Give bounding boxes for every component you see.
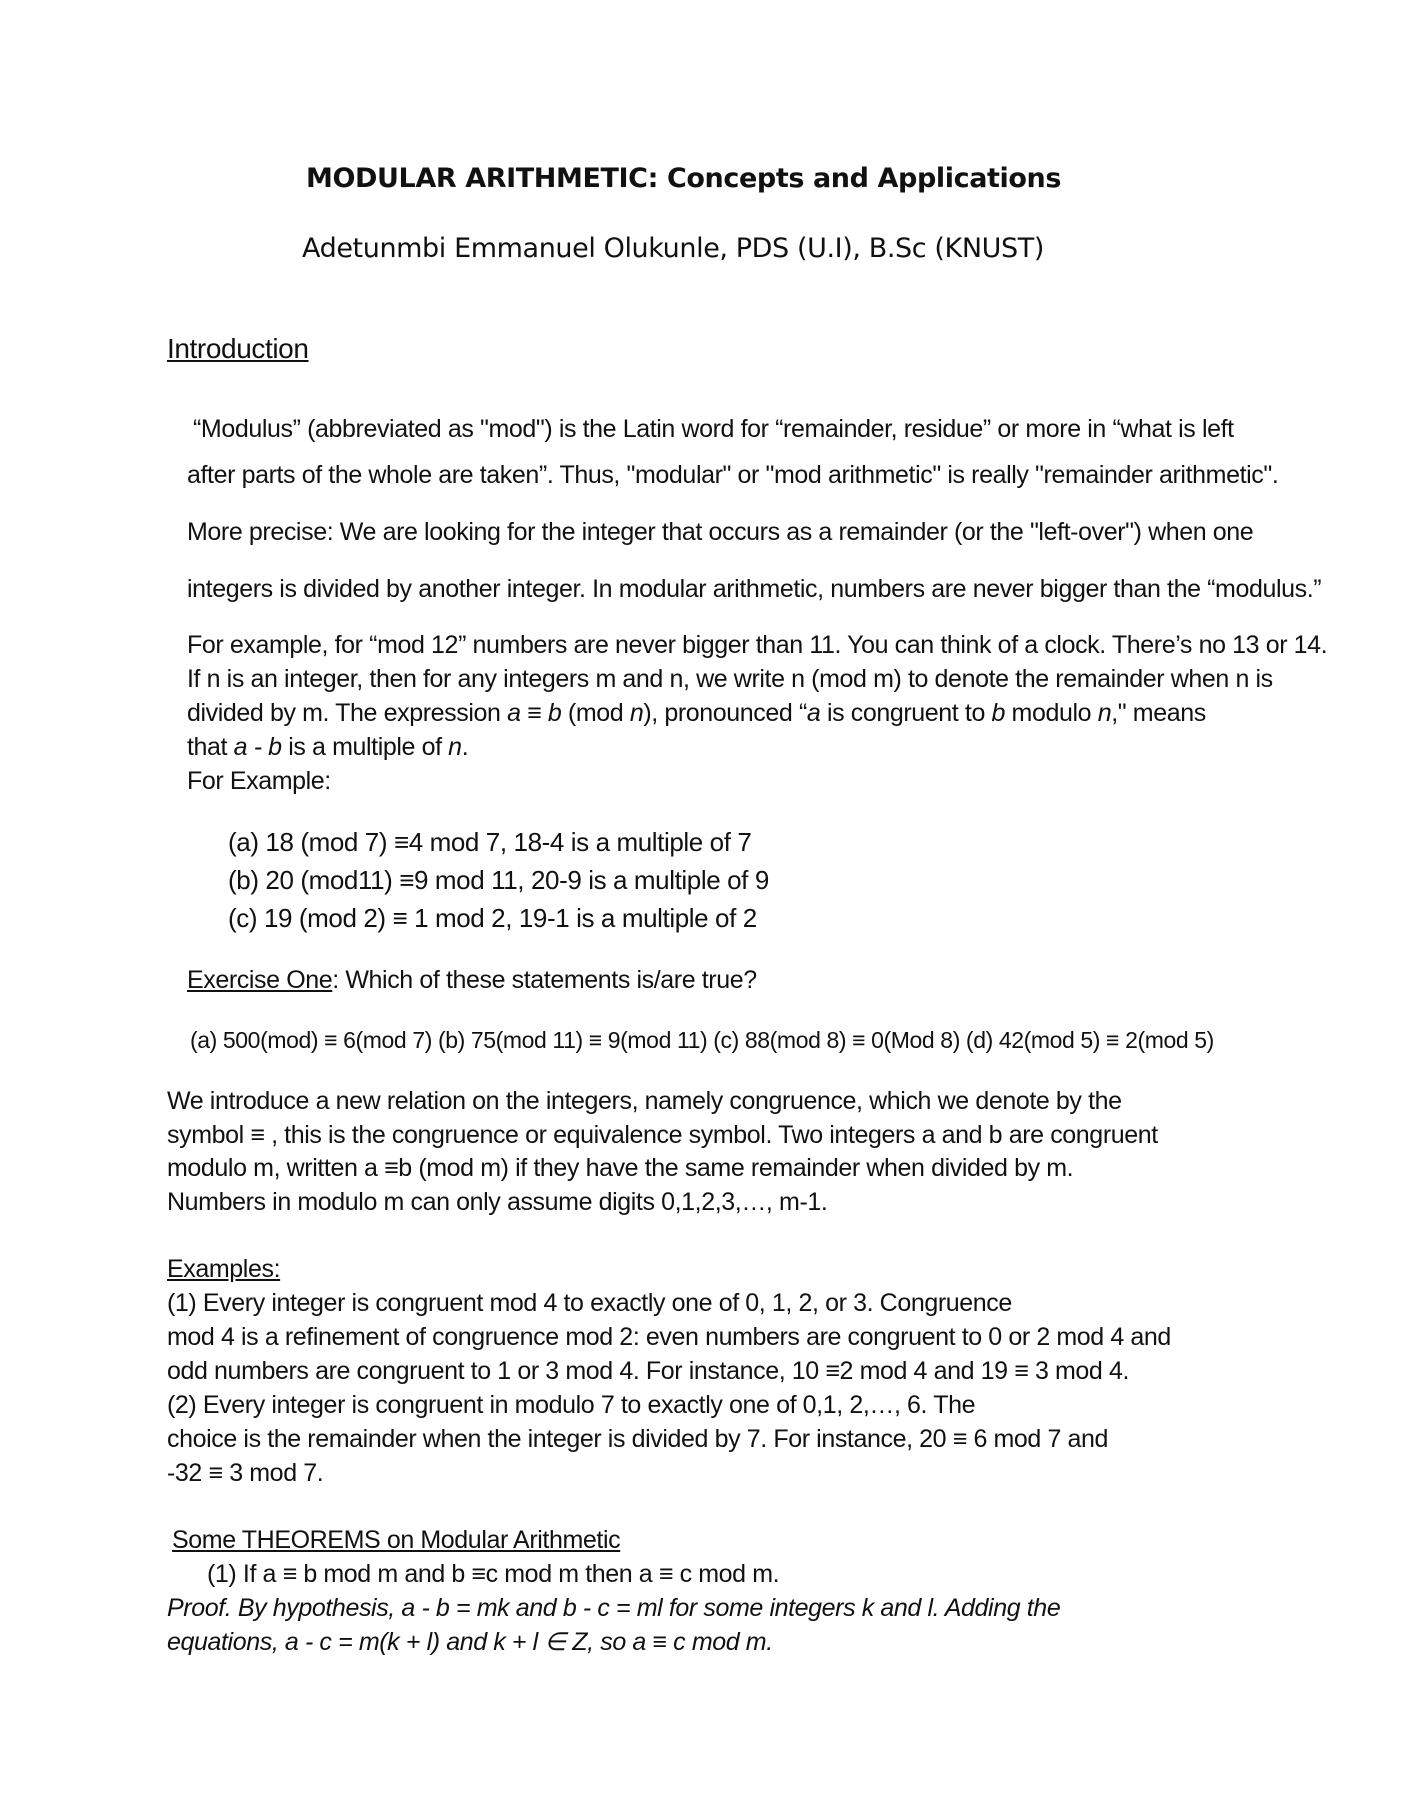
var-n: n <box>629 699 644 727</box>
proof-text: . By hypothesis, a - b = mk and b - c = … <box>224 1594 1061 1622</box>
intro-line-6: If n is an integer, then for any integer… <box>187 665 1273 693</box>
for-example-label: For Example: <box>187 767 331 795</box>
exercise-question-text: : Which of these statements is/are true? <box>332 966 757 994</box>
intro-line-2: after parts of the whole are taken”. Thu… <box>187 461 1279 489</box>
text: that <box>187 733 234 761</box>
congruence-symbol: ≡ <box>520 699 548 727</box>
congruence-line-4: Numbers in modulo m can only assume digi… <box>167 1188 828 1216</box>
intro-line-5: For example, for “mod 12” numbers are ne… <box>187 631 1328 659</box>
examples-line-3: odd numbers are congruent to 1 or 3 mod … <box>167 1357 1130 1385</box>
intro-line-1: “Modulus” (abbreviated as "mod") is the … <box>193 415 1234 443</box>
proof-label: Proof <box>167 1594 225 1622</box>
text: (mod <box>561 699 630 727</box>
example-item-b: (b) 20 (mod11) ≡9 mod 11, 20-9 is a mult… <box>228 865 769 895</box>
examples-heading: Examples: <box>167 1255 281 1283</box>
var-b: b <box>991 699 1006 727</box>
example-item-a: (a) 18 (mod 7) ≡4 mod 7, 18-4 is a multi… <box>228 827 752 857</box>
text: divided by m. The expression <box>187 699 508 727</box>
examples-line-4: (2) Every integer is congruent in modulo… <box>167 1391 976 1419</box>
var-n: n <box>1097 699 1112 727</box>
congruence-line-1: We introduce a new relation on the integ… <box>167 1087 1122 1115</box>
exercise-label: Exercise One <box>187 966 333 994</box>
text: is congruent to <box>820 699 992 727</box>
congruence-line-3: modulo m, written a ≡b (mod m) if they h… <box>167 1154 1074 1182</box>
theorem-1: (1) If a ≡ b mod m and b ≡c mod m then a… <box>207 1560 780 1588</box>
proof-line-2: equations, a - c = m(k + l) and k + l ∈ … <box>167 1628 773 1656</box>
examples-line-6: -32 ≡ 3 mod 7. <box>167 1459 324 1487</box>
text: modulo <box>1005 699 1098 727</box>
proof-line-1: Proof. By hypothesis, a - b = mk and b -… <box>167 1593 1061 1623</box>
text: ," means <box>1111 699 1206 727</box>
example-item-c: (c) 19 (mod 2) ≡ 1 mod 2, 19-1 is a mult… <box>228 903 757 933</box>
author-line: Adetunmbi Emmanuel Olukunle, PDS (U.I), … <box>302 233 1044 264</box>
intro-that-line: that a - b is a multiple of n. <box>187 732 469 762</box>
congruence-line-2: symbol ≡ , this is the congruence or equ… <box>167 1121 1158 1149</box>
exercise-question: Exercise One: Which of these statements … <box>187 965 757 995</box>
document-title: MODULAR ARITHMETIC: Concepts and Applica… <box>306 163 1062 194</box>
var-a: a <box>507 699 521 727</box>
text: . <box>461 733 469 761</box>
examples-line-5: choice is the remainder when the integer… <box>167 1425 1109 1453</box>
section-heading-introduction: Introduction <box>167 333 309 364</box>
intro-expression-line: divided by m. The expression a ≡ b (mod … <box>187 698 1206 728</box>
text: ), pronounced “ <box>643 699 807 727</box>
var-b: b <box>547 699 562 727</box>
exercise-options: (a) 500(mod) ≡ 6(mod 7) (b) 75(mod 11) ≡… <box>190 1027 1214 1053</box>
var-a: a <box>806 699 821 727</box>
expr-a-minus-b: a - b <box>233 733 282 761</box>
text: is a multiple of <box>281 733 449 761</box>
intro-line-4: integers is divided by another integer. … <box>187 575 1322 603</box>
var-n: n <box>448 733 462 761</box>
theorems-heading: Some THEOREMS on Modular Arithmetic <box>172 1526 621 1554</box>
examples-line-1: (1) Every integer is congruent mod 4 to … <box>167 1289 1012 1317</box>
examples-line-2: mod 4 is a refinement of congruence mod … <box>167 1323 1171 1351</box>
intro-line-3: More precise: We are looking for the int… <box>187 518 1254 546</box>
